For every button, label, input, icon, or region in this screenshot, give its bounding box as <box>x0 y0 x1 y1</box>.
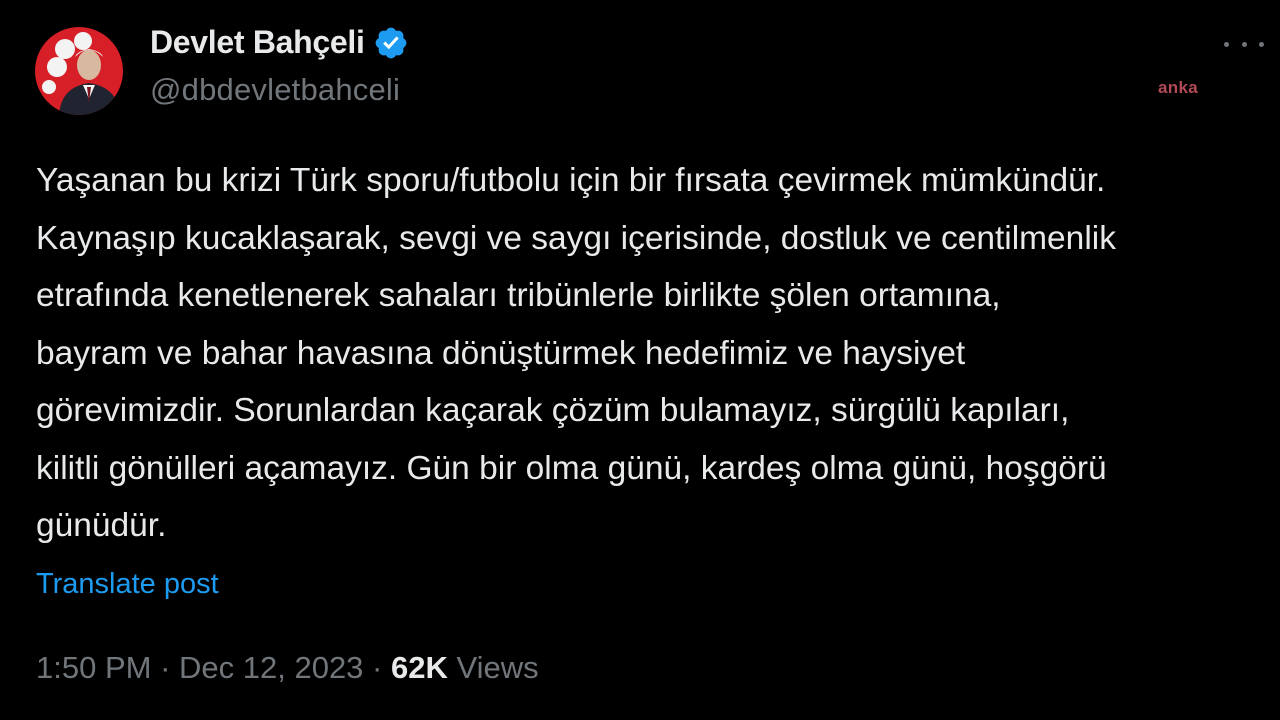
more-dot-icon <box>1241 41 1247 47</box>
display-name[interactable]: Devlet Bahçeli <box>150 24 365 61</box>
tweet-line: günüdür. <box>36 507 167 544</box>
tweet-line: etrafında kenetlenerek sahaları tribünle… <box>36 277 1001 314</box>
handle[interactable]: @dbdevletbahceli <box>150 72 400 108</box>
views-label: Views <box>447 650 539 685</box>
tweet-line: Kaynaşıp kucaklaşarak, sevgi ve saygı iç… <box>36 219 1116 257</box>
more-dot-icon <box>1224 41 1229 47</box>
views-count[interactable]: 62K <box>391 650 448 685</box>
tweet-line: görevimizdir. Sorunlardan kaçarak çözüm … <box>36 392 1070 429</box>
verified-badge-icon[interactable] <box>373 25 409 61</box>
tweet-line: kilitli gönülleri açamayız. Gün bir olma… <box>36 449 1107 487</box>
tweet-line: bayram ve bahar havasına dönüştürmek hed… <box>36 334 966 372</box>
tweet-meta: 1:50 PM · Dec 12, 2023 · 62K Views <box>36 650 539 686</box>
avatar[interactable] <box>35 27 123 115</box>
author-row: Devlet Bahçeli <box>150 24 409 61</box>
avatar-image <box>35 27 123 115</box>
post-date[interactable]: Dec 12, 2023 <box>179 650 363 685</box>
post-time[interactable]: 1:50 PM <box>36 650 151 685</box>
more-dot-icon <box>1259 41 1264 47</box>
tweet-line: Yaşanan bu krizi Türk sporu/futbolu için… <box>36 162 1106 199</box>
watermark-logo: anka <box>1158 78 1198 97</box>
meta-separator: · <box>363 650 391 685</box>
tweet-text: Yaşanan bu krizi Türk sporu/futbolu için… <box>36 152 1256 555</box>
tweet-card: Devlet Bahçeli @dbdevletbahceli anka Yaş… <box>0 0 1280 720</box>
more-options-button[interactable] <box>1224 32 1264 56</box>
meta-separator: · <box>151 650 180 685</box>
translate-post-link[interactable]: Translate post <box>36 568 219 601</box>
